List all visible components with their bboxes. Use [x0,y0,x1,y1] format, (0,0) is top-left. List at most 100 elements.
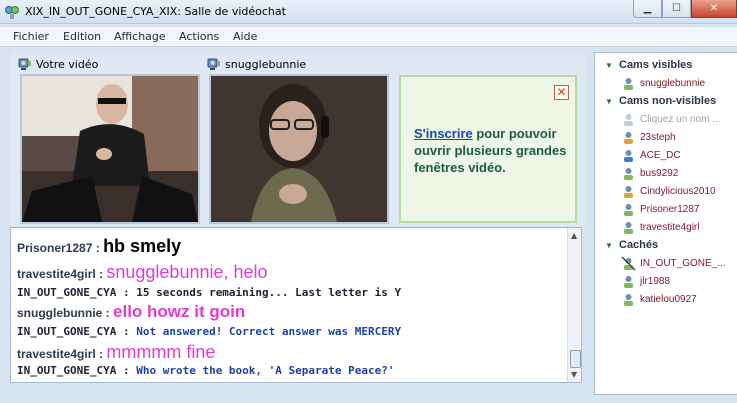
remote-video-feed[interactable] [209,74,389,224]
chat-text: hb smely [103,236,182,256]
scroll-up-icon[interactable]: ▲ [571,231,577,240]
webcam-icon [18,58,31,70]
chat-nick: snugglebunnie [17,306,103,320]
user-item[interactable]: 23steph [621,129,676,145]
chat-text: 15 seconds remaining... Last letter is Y [136,286,402,299]
user-name: snugglebunnie [640,77,706,89]
chat-nick: IN_OUT_GONE_CYA [17,325,117,338]
maximize-button[interactable]: ☐ [662,0,691,18]
group-label: Cams non-visibles [619,95,717,107]
group-hidden[interactable]: ▼ Cachés [605,237,658,253]
app-icon [5,6,19,19]
user-name: jlr1988 [640,275,671,287]
chat-separator: : [92,241,104,255]
chat-log[interactable]: Prisoner1287 : hb smely travestite4girl … [10,227,582,383]
group-label: Cams visibles [619,59,693,71]
webcam-user-icon [624,77,633,90]
user-name: 23steph [640,131,676,143]
scroll-down-icon[interactable]: ▼ [571,370,577,379]
user-list: ▼ Cams visibles snugglebunnie ▼ Cams non-v… [594,52,737,395]
webcam-user-icon [624,113,633,126]
user-hint-text: Cliquez un nom ... [640,113,721,125]
menu-bar: Fichier Edition Affichage Actions Aide [0,27,737,47]
chat-separator: : [116,286,137,299]
window-title: XIX_IN_OUT_GONE_CYA_XIX: Salle de vidéoc… [25,5,286,18]
expand-arrow-icon[interactable]: ▼ [605,61,615,70]
chat-separator: : [116,364,137,377]
signup-link[interactable]: S'inscrire [414,126,473,141]
chat-text: mmmmm fine [106,342,216,362]
webcam-user-icon [624,149,633,162]
chat-message: IN_OUT_GONE_CYA : Not answered! Correct … [17,325,401,338]
signup-promo: ✕ S'inscrire pour pouvoir ouvrir plusieu… [399,75,577,223]
chat-nick: travestite4girl [17,347,96,361]
title-bar: XIX_IN_OUT_GONE_CYA_XIX: Salle de vidéoc… [0,0,737,24]
webcam-icon [207,58,220,70]
webcam-user-icon [624,203,633,216]
menu-aide[interactable]: Aide [233,30,257,43]
user-icon [624,167,633,180]
webcam-user-icon [624,131,633,144]
expand-arrow-icon[interactable]: ▼ [605,97,615,106]
own-video-header: Votre vidéo [18,56,98,72]
remote-video-label: snugglebunnie [225,57,307,71]
expand-arrow-icon[interactable]: ▼ [605,241,615,250]
remote-video-image [211,76,387,222]
chat-separator: : [95,347,107,361]
remote-video-header: snugglebunnie [207,56,306,72]
minimize-button[interactable]: ▁ [633,0,662,18]
user-name: ACE_DC [640,149,681,161]
chat-text: snugglebunnie, helo [106,262,268,282]
user-name: bus9292 [640,167,679,179]
chat-nick: Prisoner1287 [17,241,93,255]
user-icon [624,293,633,306]
user-item[interactable]: snugglebunnie [621,75,705,91]
own-video-label: Votre vidéo [36,57,99,71]
chat-text: Not answered! Correct answer was MERCERY [136,325,402,338]
user-item[interactable]: bus9292 [621,165,678,181]
chat-nick: travestite4girl [17,267,96,281]
user-name: katielou0927 [640,293,697,305]
chat-message: Prisoner1287 : hb smely [17,236,181,257]
chat-nick: IN_OUT_GONE_CYA [17,286,117,299]
user-icon [624,221,633,234]
user-item[interactable]: katielou0927 [621,291,697,307]
menu-affichage[interactable]: Affichage [114,30,166,43]
user-item[interactable]: Cindylicious2010 [621,183,716,199]
user-icon [624,275,633,288]
chat-text: ello howz it goin [113,302,246,321]
video-panel: Votre vidéo snugglebunnie ✕ S'inscrire p… [10,51,585,226]
user-name: travestite4girl [640,221,700,233]
user-item[interactable]: travestite4girl [621,219,699,235]
chat-message: snugglebunnie : ello howz it goin [17,302,245,322]
signup-text: S'inscrire pour pouvoir ouvrir plusieurs… [414,125,576,176]
chat-text: Who wrote the book, 'A Separate Peace?' [136,364,395,377]
user-name: IN_OUT_GONE_... [640,257,726,269]
menu-edition[interactable]: Edition [63,30,101,43]
user-name: Prisoner1287 [640,203,700,215]
chat-message: IN_OUT_GONE_CYA : 15 seconds remaining..… [17,286,401,299]
chat-separator: : [102,306,114,320]
scroll-thumb[interactable] [570,350,581,368]
own-video-feed[interactable] [20,74,200,224]
chat-separator: : [116,325,137,338]
group-cams-visible[interactable]: ▼ Cams visibles [605,57,692,73]
chat-separator: : [95,267,107,281]
user-item[interactable]: ACE_DC [621,147,681,163]
close-icon[interactable]: ✕ [554,85,569,100]
user-item[interactable]: jlr1988 [621,273,670,289]
menu-actions[interactable]: Actions [179,30,219,43]
chat-message: IN_OUT_GONE_CYA : Who wrote the book, 'A… [17,364,395,377]
own-video-image [22,76,198,222]
blocked-user-icon [621,255,636,271]
menu-fichier[interactable]: Fichier [13,30,49,43]
chat-scrollbar[interactable]: ▲ ▼ [567,228,581,382]
group-label: Cachés [619,239,659,251]
user-item[interactable]: Prisoner1287 [621,201,699,217]
user-item[interactable]: IN_OUT_GONE_... [621,255,726,271]
group-cams-nonvisible[interactable]: ▼ Cams non-visibles [605,93,716,109]
close-window-button[interactable]: ✕ [691,0,737,18]
chat-message: travestite4girl : snugglebunnie, helo [17,262,268,283]
user-hint[interactable]: Cliquez un nom ... [621,111,721,127]
user-name: Cindylicious2010 [640,185,716,197]
